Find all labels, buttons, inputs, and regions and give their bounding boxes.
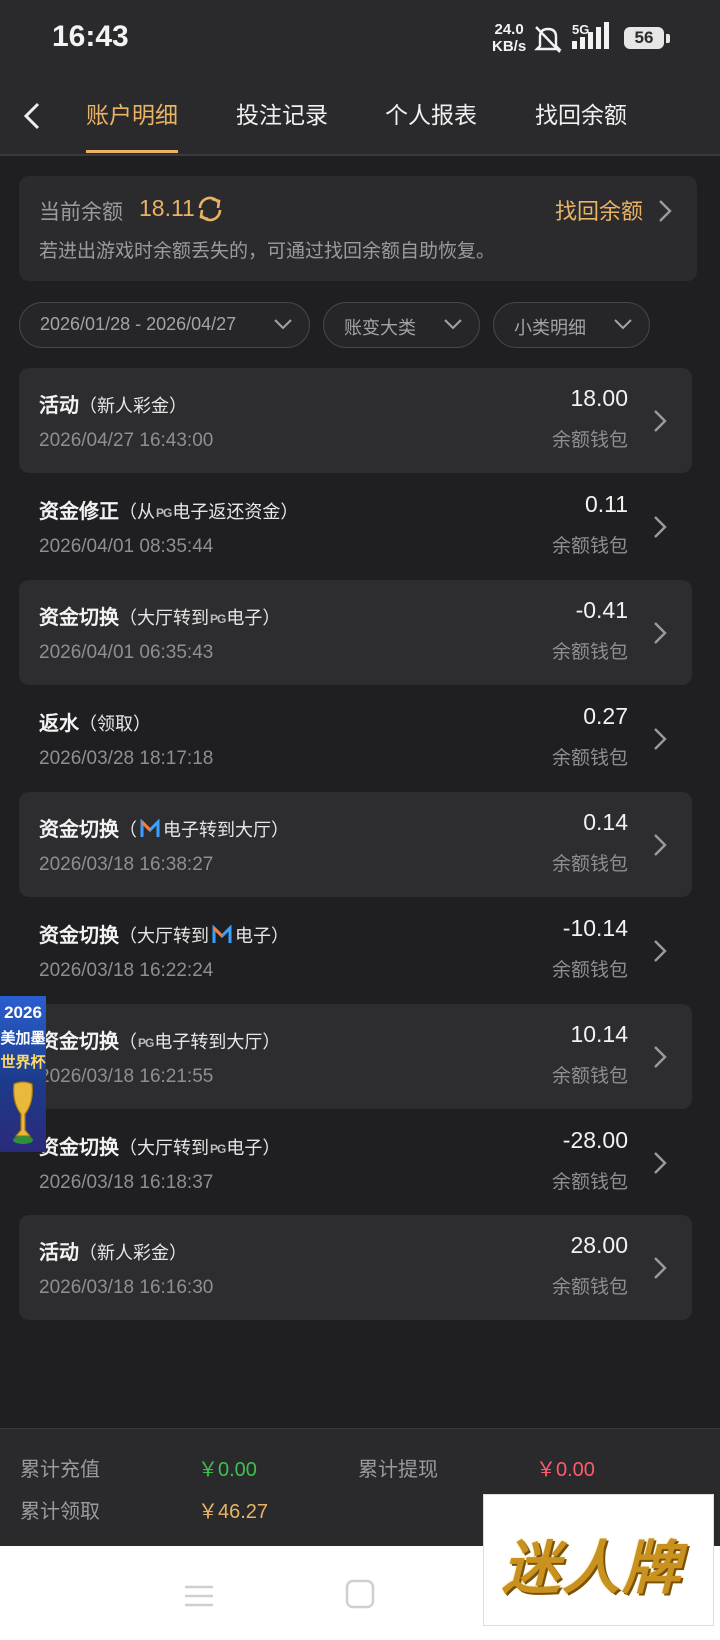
total-claimed-value: ￥46.27: [198, 1501, 269, 1523]
transaction-wallet: 余额钱包: [551, 748, 628, 769]
transaction-date: 2026/04/01 08:35:44: [39, 536, 214, 557]
transaction-date: 2026/03/18 16:18:37: [39, 1172, 214, 1193]
total-deposit-value: ￥0.00: [198, 1459, 257, 1481]
tab-bet-records[interactable]: 投注记录: [236, 96, 328, 152]
transaction-date: 2026/04/27 16:43:00: [39, 430, 214, 451]
transaction-amount: 28.00: [570, 1232, 628, 1258]
transaction-row[interactable]: 资金修正（从PG电子返还资金） 2026/04/01 08:35:44 0.11…: [19, 474, 692, 579]
transaction-wallet: 余额钱包: [551, 430, 628, 451]
transaction-amount: 10.14: [570, 1021, 628, 1047]
chevron-right-icon: [654, 940, 667, 962]
transaction-amount: -10.14: [562, 915, 628, 941]
world-cup-promo-banner[interactable]: 2026 美加墨 世界杯: [0, 996, 46, 1152]
signal-icon: [572, 22, 609, 49]
bell-muted-icon: [534, 26, 562, 53]
m-game-logo-icon: [212, 925, 232, 943]
total-withdraw-value: ￥0.00: [536, 1459, 595, 1481]
transaction-wallet: 余额钱包: [551, 960, 628, 981]
transaction-date: 2026/03/18 16:22:24: [39, 960, 214, 981]
balance-value: 18.11: [139, 195, 195, 221]
trophy-icon: [13, 1081, 33, 1144]
chevron-right-icon: [654, 622, 667, 644]
transaction-wallet: 余额钱包: [551, 1277, 628, 1298]
transaction-amount: 0.11: [584, 491, 628, 517]
category-filter[interactable]: 账变大类: [323, 302, 480, 348]
transaction-date: 2026/03/18 16:16:30: [39, 1277, 214, 1298]
home-icon[interactable]: [344, 1578, 376, 1610]
pg-logo-icon: PG: [156, 506, 172, 520]
transaction-wallet: 余额钱包: [551, 1172, 628, 1193]
chevron-right-icon: [654, 834, 667, 856]
back-arrow-icon[interactable]: [18, 98, 48, 134]
balance-tip: 若进出游戏时余额丢失的，可通过找回余额自助恢复。: [39, 241, 496, 262]
transaction-date: 2026/03/18 16:21:55: [39, 1066, 214, 1087]
transaction-row[interactable]: 资金切换（大厅转到 电子） 2026/03/18 16:22:24 -10.14 …: [19, 898, 692, 1003]
transaction-wallet: 余额钱包: [551, 642, 628, 663]
active-tab-indicator: [86, 150, 178, 153]
chevron-right-icon: [654, 728, 667, 750]
total-claimed-label: 累计领取: [20, 1501, 100, 1523]
menu-icon[interactable]: [184, 1584, 214, 1608]
transaction-row[interactable]: 活动（新人彩金） 2026/03/18 16:16:30 28.00 余额钱包: [19, 1215, 692, 1320]
transaction-date: 2026/03/28 18:17:18: [39, 748, 214, 769]
transaction-date: 2026/03/18 16:38:27: [39, 854, 214, 875]
pg-logo-icon: PG: [210, 612, 226, 626]
clock: 16:43: [52, 20, 129, 53]
transaction-amount: 0.14: [583, 809, 628, 835]
pg-logo-icon: PG: [138, 1036, 154, 1050]
chevron-right-icon: [654, 1152, 667, 1174]
total-deposit-label: 累计充值: [20, 1459, 100, 1481]
transaction-date: 2026/04/01 06:35:43: [39, 642, 214, 663]
transaction-wallet: 余额钱包: [551, 536, 628, 557]
chevron-down-icon: [444, 319, 462, 330]
tab-account-details[interactable]: 账户明细: [86, 96, 178, 152]
balance-card: 当前余额 18.11 找回余额 若进出游戏时余额丢失的，可通过找回余额自助恢复。: [19, 176, 697, 281]
pg-logo-icon: PG: [210, 1142, 226, 1156]
chevron-right-icon[interactable]: [655, 196, 675, 226]
transaction-amount: 18.00: [570, 385, 628, 411]
tab-personal-report[interactable]: 个人报表: [385, 96, 477, 152]
watermark-logo: 迷人牌: [483, 1494, 714, 1626]
refresh-icon[interactable]: [195, 194, 225, 224]
tab-recover-balance[interactable]: 找回余额: [535, 96, 627, 152]
transaction-amount: -0.41: [575, 597, 628, 623]
chevron-right-icon: [654, 516, 667, 538]
transaction-amount: -28.00: [562, 1127, 628, 1153]
transaction-wallet: 余额钱包: [551, 1066, 628, 1087]
chevron-right-icon: [654, 1257, 667, 1279]
transaction-amount: 0.27: [583, 703, 628, 729]
chevron-down-icon: [614, 319, 632, 330]
transaction-row[interactable]: 资金切换（大厅转到PG电子） 2026/03/18 16:18:37 -28.0…: [19, 1110, 692, 1215]
battery-icon: 56: [624, 27, 664, 49]
m-game-logo-icon: [140, 819, 160, 837]
transaction-wallet: 余额钱包: [551, 854, 628, 875]
balance-label: 当前余额: [39, 201, 123, 224]
total-withdraw-label: 累计提现: [358, 1459, 438, 1481]
chevron-right-icon: [654, 410, 667, 432]
chevron-right-icon: [654, 1046, 667, 1068]
transaction-row[interactable]: 活动（新人彩金） 2026/04/27 16:43:00 18.00 余额钱包: [19, 368, 692, 473]
transaction-row[interactable]: 资金切换（PG电子转到大厅） 2026/03/18 16:21:55 10.14…: [19, 1004, 692, 1109]
date-range-filter[interactable]: 2026/01/28 - 2026/04/27: [19, 302, 310, 348]
transaction-row[interactable]: 资金切换（ 电子转到大厅） 2026/03/18 16:38:27 0.14 余额…: [19, 792, 692, 897]
transaction-row[interactable]: 返水（领取） 2026/03/28 18:17:18 0.27 余额钱包: [19, 686, 692, 791]
subcategory-filter[interactable]: 小类明细: [493, 302, 650, 348]
net-speed: 24.0 KB/s: [492, 21, 527, 55]
recover-balance-link[interactable]: 找回余额: [555, 194, 643, 226]
chevron-down-icon: [274, 319, 292, 330]
transaction-row[interactable]: 资金切换（大厅转到PG电子） 2026/04/01 06:35:43 -0.41…: [19, 580, 692, 685]
status-bar: 16:43 24.0 KB/s 5G 56: [0, 0, 720, 80]
battery-tip: [666, 34, 670, 43]
top-nav: 账户明细 投注记录 个人报表 找回余额: [0, 80, 720, 156]
